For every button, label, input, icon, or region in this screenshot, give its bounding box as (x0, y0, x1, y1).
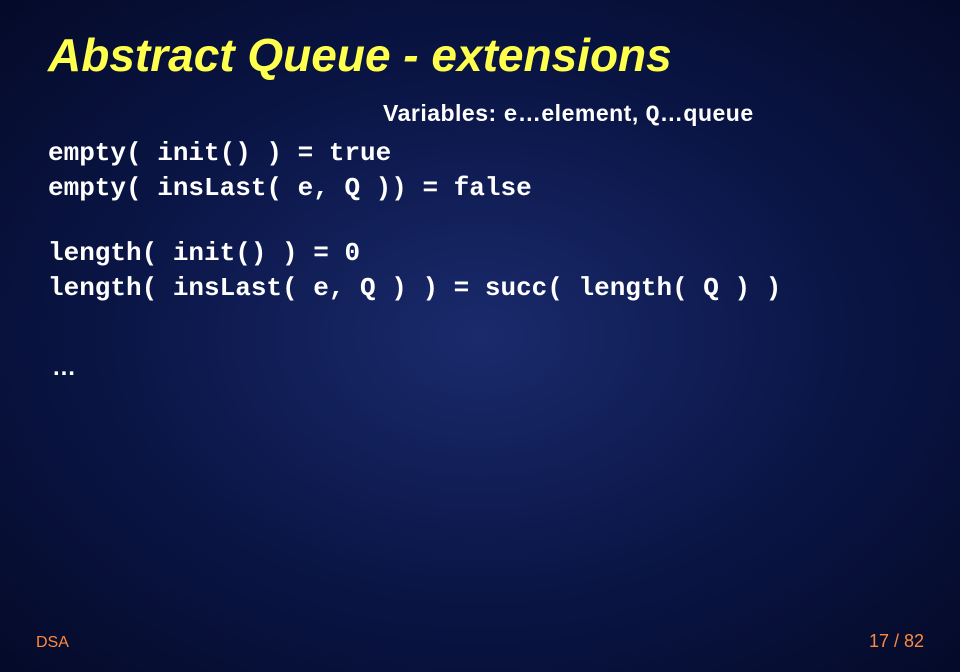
code-block-empty: empty( init() ) = true empty( insLast( e… (48, 136, 912, 206)
footer-page-number: 17 / 82 (869, 631, 924, 652)
variables-line: Variables: e…element, Q…queue (383, 100, 912, 128)
slide-footer: DSA 17 / 82 (0, 631, 960, 652)
variables-element-text: …element, (518, 100, 646, 126)
code-block-length: length( init() ) = 0 length( insLast( e,… (48, 236, 912, 306)
ellipsis: … (52, 354, 912, 382)
slide: Abstract Queue - extensions Variables: e… (0, 0, 960, 672)
variables-e: e (504, 102, 518, 128)
footer-left: DSA (36, 634, 69, 652)
variables-queue-text: …queue (660, 100, 754, 126)
variables-q: Q (646, 102, 660, 128)
variables-prefix: Variables: (383, 100, 504, 126)
slide-title: Abstract Queue - extensions (48, 28, 912, 82)
